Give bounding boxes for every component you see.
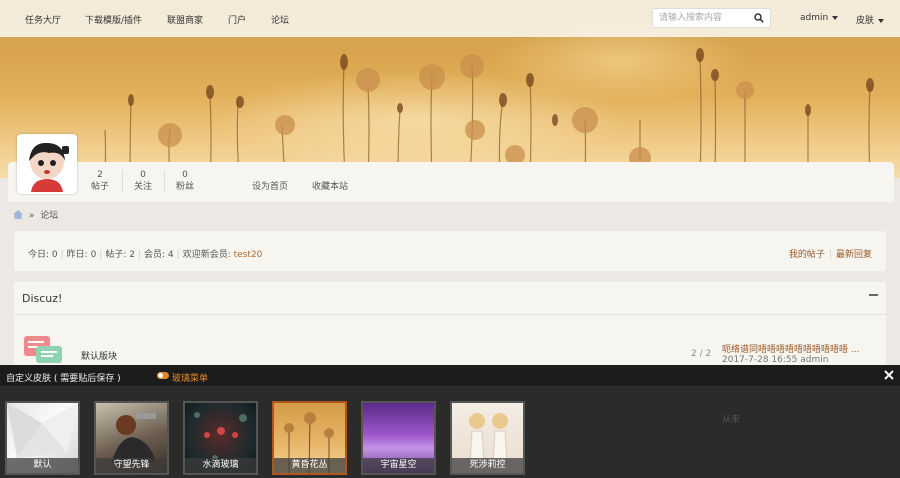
stat-today: 今日: 0 [28, 250, 58, 260]
stat-divider [122, 170, 123, 192]
stat-followers[interactable]: 0 粉丝 [173, 170, 197, 193]
latest-replies-link[interactable]: 最新回复 [836, 250, 872, 260]
stat-posts-count: 2 [97, 170, 103, 180]
stat-followers-label: 粉丝 [175, 182, 194, 192]
welcome-text: 欢迎新会员: [182, 250, 231, 260]
stat-following-label: 关注 [133, 182, 152, 192]
stat-total-posts: 帖子: 2 [105, 250, 135, 260]
stat-posts[interactable]: 2 帖子 [88, 170, 112, 193]
skin-panel-header: 自定义皮肤 ( 需要贴后保存 ) 玻璃菜单 [0, 365, 900, 387]
obscured-text: 从来 [722, 415, 741, 425]
my-posts-link[interactable]: 我的帖子 [789, 250, 825, 260]
search-box [652, 8, 771, 28]
glass-menu-label[interactable]: 玻璃菜单 [172, 371, 208, 384]
user-menu[interactable]: admin [800, 13, 839, 23]
skin-label: 默认 [7, 458, 78, 473]
search-input[interactable] [653, 9, 749, 27]
nav-item-task-hall[interactable]: 任务大厅 [25, 13, 61, 26]
forum-stats-bar: 今日: 0 | 昨日: 0 | 帖子: 2 | 会员: 4 | 欢迎新会员: test20 我的… [14, 231, 886, 271]
breadcrumb-current[interactable]: 论坛 [40, 211, 58, 221]
home-icon[interactable] [13, 210, 23, 219]
set-homepage-link[interactable]: 设为首页 [252, 179, 288, 192]
board-name-link[interactable]: 默认版块 [81, 349, 117, 362]
forum-board-icon[interactable] [23, 334, 63, 364]
close-icon[interactable] [884, 369, 894, 381]
skin-label: 守望先锋 [96, 458, 167, 473]
bookmark-site-link[interactable]: 收藏本站 [312, 179, 348, 192]
skin-label: 死渉莉控 [452, 458, 523, 473]
last-post-meta: 2017-7-28 16:55 admin [722, 355, 829, 365]
stat-posts-label: 帖子 [90, 182, 109, 192]
search-icon[interactable] [754, 13, 764, 23]
skin-menu[interactable]: 皮肤 [856, 13, 885, 26]
divider [14, 314, 886, 315]
stat-divider [164, 170, 165, 192]
quick-links: 我的帖子 | 最新回复 [788, 250, 872, 260]
top-navbar: 任务大厅 下载模版/插件 联盟商家 门户 论坛 admin 皮肤 [0, 0, 900, 37]
skin-option-overwatch[interactable]: 守望先锋 [94, 401, 169, 475]
board-post-count: 2 / 2 [691, 349, 712, 359]
last-post-link[interactable]: 呃络谱同唔唔唔唔唔唔唔唔唔唔 ... [722, 342, 872, 355]
skin-menu-label: 皮肤 [856, 16, 875, 26]
user-name: admin [800, 13, 829, 23]
glass-menu-toggle[interactable] [157, 372, 169, 379]
skin-option-cosmic-sky[interactable]: 宇宙星空 [361, 401, 436, 475]
skin-option-water-glass[interactable]: 水滴玻璃 [183, 401, 258, 475]
avatar[interactable] [17, 134, 77, 194]
skin-option-dusk-flowers[interactable]: 黄昏花丛 [272, 401, 347, 475]
skin-option-lolita[interactable]: 死渉莉控 [450, 401, 525, 475]
stat-members: 会员: 4 [144, 250, 174, 260]
collapse-icon[interactable] [869, 294, 878, 296]
forum-stats: 今日: 0 | 昨日: 0 | 帖子: 2 | 会员: 4 | 欢迎新会员: test20 [28, 250, 263, 260]
skin-panel: 自定义皮肤 ( 需要贴后保存 ) 玻璃菜单 默认 守望先锋 水滴玻璃 黄昏花丛 … [0, 365, 900, 478]
nav-item-forum[interactable]: 论坛 [271, 13, 289, 26]
stat-following[interactable]: 0 关注 [131, 170, 155, 193]
stat-yesterday: 昨日: 0 [66, 250, 97, 260]
user-avatar-image [19, 136, 75, 192]
stat-followers-count: 0 [182, 170, 188, 180]
skin-label: 水滴玻璃 [185, 458, 256, 473]
stat-following-count: 0 [140, 170, 146, 180]
breadcrumb-separator: » [28, 211, 35, 221]
nav-item-downloads[interactable]: 下载模版/插件 [85, 13, 142, 26]
chevron-down-icon [878, 18, 885, 23]
skin-label: 黄昏花丛 [274, 458, 345, 473]
skin-label: 宇宙星空 [363, 458, 434, 473]
nav-item-portal[interactable]: 门户 [228, 13, 246, 26]
category-title[interactable]: Discuz! [22, 292, 62, 305]
chevron-down-icon [832, 15, 839, 20]
skin-option-default[interactable]: 默认 [5, 401, 80, 475]
new-member-link[interactable]: test20 [234, 250, 263, 260]
skin-panel-title: 自定义皮肤 ( 需要贴后保存 ) [6, 374, 121, 384]
nav-item-merchants[interactable]: 联盟商家 [167, 13, 203, 26]
breadcrumb: » 论坛 [13, 208, 58, 221]
